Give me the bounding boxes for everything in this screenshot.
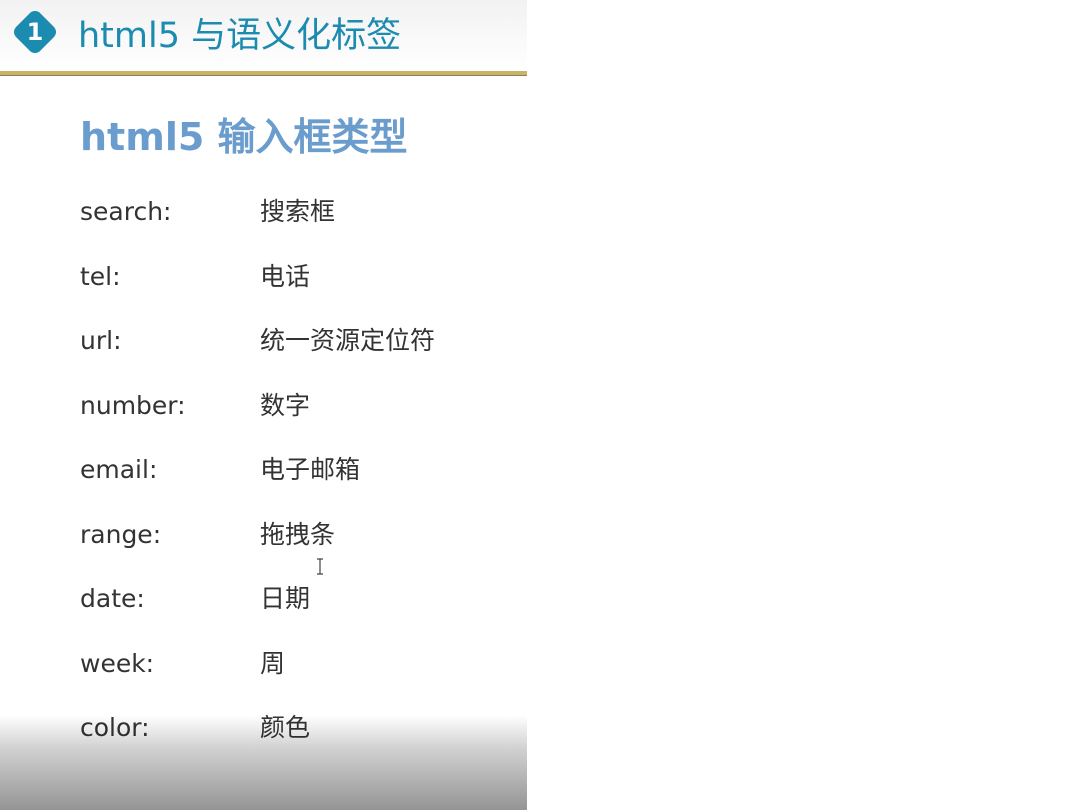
term-description: 电子邮箱 xyxy=(260,455,361,484)
term-description: 日期 xyxy=(260,584,311,613)
list-item: email: 电子邮箱 xyxy=(80,451,500,516)
header-title: html5 与语义化标签 xyxy=(78,16,402,56)
list-item: tel: 电话 xyxy=(80,258,500,323)
list-item: color: 颜色 xyxy=(80,709,500,774)
list-item: range: 拖拽条 xyxy=(80,516,500,581)
term-label: email: xyxy=(80,455,158,484)
term-label: date: xyxy=(80,584,145,613)
text-cursor-icon xyxy=(316,558,324,575)
term-label: range: xyxy=(80,519,162,549)
term-description: 统一资源定位符 xyxy=(260,326,436,355)
term-description: 颜色 xyxy=(260,713,311,742)
list-item: search: 搜索框 xyxy=(80,193,500,258)
term-description: 数字 xyxy=(260,390,311,420)
list-item: week: 周 xyxy=(80,645,500,710)
slide-header: 1 html5 与语义化标签 xyxy=(0,0,527,72)
term-label: number: xyxy=(80,390,186,420)
diamond-number-icon: 1 xyxy=(13,10,57,54)
header-divider xyxy=(0,71,527,76)
list-item: url: 统一资源定位符 xyxy=(80,322,500,387)
list-item: date: 日期 xyxy=(80,580,500,645)
term-description: 电话 xyxy=(260,261,311,291)
section-title: html5 输入框类型 xyxy=(80,115,408,159)
term-label: url: xyxy=(80,326,122,355)
term-label: color: xyxy=(80,713,150,742)
input-type-list: search: 搜索框 tel: 电话 url: 统一资源定位符 number:… xyxy=(80,193,500,774)
term-label: tel: xyxy=(80,261,121,291)
term-label: search: xyxy=(80,197,172,226)
term-description: 拖拽条 xyxy=(260,519,336,549)
slide: 1 html5 与语义化标签 html5 输入框类型 search: 搜索框 t… xyxy=(0,0,527,810)
term-label: week: xyxy=(80,648,155,678)
list-item: number: 数字 xyxy=(80,387,500,452)
term-description: 周 xyxy=(260,648,286,678)
term-description: 搜索框 xyxy=(260,197,336,226)
badge-number: 1 xyxy=(26,18,44,46)
